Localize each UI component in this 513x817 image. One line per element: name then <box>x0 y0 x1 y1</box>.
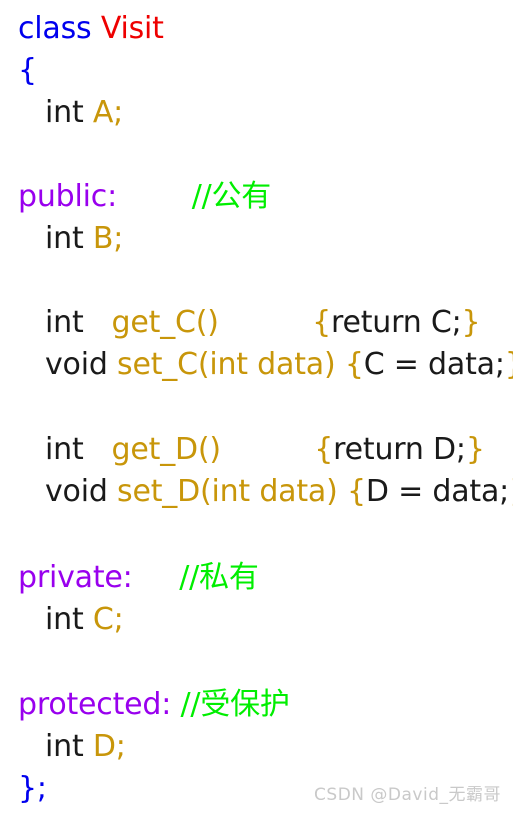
code-token-ident: C; <box>92 602 124 637</box>
code-token-comment: //受保护 <box>180 687 290 722</box>
code-token-brace: { <box>18 53 37 88</box>
code-token-plain: void <box>45 347 118 382</box>
code-line: protected: //受保护 <box>0 684 513 726</box>
code-token-brace: }; <box>18 771 47 806</box>
code-line: int get_D() {return D;} <box>0 429 513 471</box>
code-line: private: //私有 <box>0 557 513 599</box>
code-token-fn: get_D() <box>111 432 222 467</box>
code-line: void set_C(int data) {C = data;} <box>0 344 513 386</box>
code-token-curly: { <box>344 347 364 382</box>
code-token-plain: int <box>45 305 112 340</box>
code-token-curly: } <box>465 432 485 467</box>
code-token-plain: int <box>45 221 93 256</box>
code-token-plain: int <box>45 602 93 637</box>
code-token-fn: set_C(int data) <box>117 347 336 382</box>
code-token-comment: //公有 <box>191 179 272 214</box>
code-token-curly: } <box>509 474 513 509</box>
code-line: int B; <box>0 218 513 260</box>
code-token-curly: } <box>461 305 481 340</box>
code-token-access: public: <box>18 179 117 214</box>
code-line: int get_C() {return C;} <box>0 302 513 344</box>
code-token-plain: int <box>45 432 112 467</box>
code-token-plain: int <box>45 729 93 764</box>
code-token-curly: } <box>505 347 513 382</box>
code-line: class Visit <box>0 8 513 50</box>
code-token-curly: { <box>312 305 332 340</box>
code-token-comment: //私有 <box>179 560 259 595</box>
csdn-watermark: CSDN @David_无霸哥 <box>314 785 501 805</box>
code-token-ident: B; <box>92 221 124 256</box>
code-line: int A; <box>0 92 513 134</box>
code-token-plain: D = data; <box>365 474 510 509</box>
code-line: int C; <box>0 599 513 641</box>
code-line: { <box>0 50 513 92</box>
code-token-plain: C = data; <box>363 347 505 382</box>
code-token-plain: void <box>45 474 118 509</box>
code-line: public: //公有 <box>0 176 513 218</box>
code-token-cls: Visit <box>100 11 164 46</box>
code-token-curly: { <box>346 474 366 509</box>
code-token-curly: { <box>314 432 334 467</box>
code-token-fn: set_D(int data) <box>117 474 338 509</box>
code-snippet-canvas: class Visit{int A; public: //公有 int B; int … <box>0 0 513 817</box>
code-token-plain: int <box>45 95 93 130</box>
code-line: int D; <box>0 726 513 768</box>
code-line: void set_D(int data) {D = data;} <box>0 471 513 513</box>
code-token-access: private: <box>18 560 133 595</box>
code-token-plain: return D; <box>333 432 466 467</box>
code-token-ident: D; <box>92 729 126 764</box>
code-token-kw: class <box>18 11 101 46</box>
code-token-ident: A; <box>92 95 124 130</box>
code-token-access: protected: <box>18 687 172 722</box>
code-token-fn: get_C() <box>111 305 219 340</box>
code-token-plain: return C; <box>331 305 462 340</box>
